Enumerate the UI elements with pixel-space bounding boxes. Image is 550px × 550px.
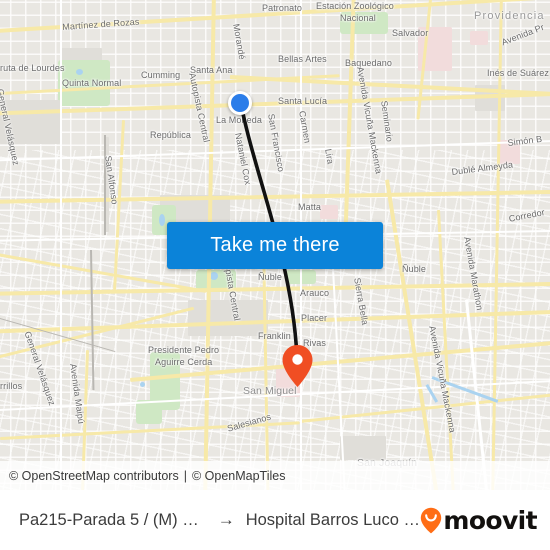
map-rail: [104, 135, 106, 235]
osm-attribution-link[interactable]: © OpenStreetMap contributors: [9, 469, 179, 483]
map-street-label: Aguirre Cerda: [155, 357, 213, 367]
map-street-label: ruta de Lourdes: [0, 63, 65, 73]
map-street-label: Nacional: [340, 13, 376, 23]
moovit-route-screen: Martínez de Rozas ruta de Lourdes Quinta N…: [0, 0, 550, 550]
map-water: [210, 272, 218, 280]
map-street-label: Cumming: [141, 70, 181, 80]
arrow-right-icon: →: [217, 510, 235, 529]
take-me-there-button[interactable]: Take me there: [167, 222, 383, 269]
map-street-label: Matta: [298, 202, 322, 212]
route-origin-label: Pa215-Parada 5 / (M) La…: [19, 510, 207, 529]
openmaptiles-attribution-link[interactable]: © OpenMapTiles: [192, 469, 286, 483]
map-street-label: Baquedano: [345, 58, 392, 68]
attribution-separator: |: [183, 468, 187, 483]
map-street-label: Patronato: [262, 3, 302, 13]
map-street-label: Arauco: [300, 288, 330, 298]
map-street-label: Franklin: [258, 331, 291, 341]
route-footer: Pa215-Parada 5 / (M) La… → Hospital Barr…: [0, 490, 550, 550]
destination-marker[interactable]: [281, 344, 314, 388]
map-landuse: [320, 205, 338, 219]
route-summary: Pa215-Parada 5 / (M) La… → Hospital Barr…: [0, 510, 420, 530]
map-street-label: Providencia: [474, 10, 545, 22]
moovit-wordmark: moovit: [443, 505, 537, 535]
map-canvas[interactable]: Martínez de Rozas ruta de Lourdes Quinta N…: [0, 0, 550, 490]
map-water: [76, 69, 83, 75]
take-me-there-label: Take me there: [210, 234, 340, 256]
map-street-label: rrillos: [0, 381, 23, 391]
map-street-label: La Moneda: [216, 115, 262, 125]
map-landuse: [470, 31, 488, 45]
map-water: [159, 214, 165, 226]
route-destination-label: Hospital Barros Luco - …: [245, 510, 421, 529]
map-street-label: Presidente Pedro: [148, 345, 220, 355]
map-street-label: Estación Zoológico: [316, 1, 394, 11]
map-water: [140, 382, 145, 387]
map-street-label: Santa Lucía: [278, 96, 328, 106]
map-street-label: Ñuble: [258, 272, 283, 282]
map-street-label: Inés de Suárez: [487, 68, 549, 78]
map-street-label: Ñuble: [402, 264, 427, 274]
map-street-label: Quinta Normal: [62, 78, 122, 88]
map-landuse: [188, 300, 268, 336]
moovit-logo[interactable]: moovit: [420, 506, 550, 535]
map-street-label: República: [150, 130, 191, 140]
map-street-label: Salvador: [392, 28, 429, 38]
moovit-pin-icon: [421, 507, 442, 533]
map-attribution: © OpenStreetMap contributors | © OpenMap…: [0, 461, 550, 490]
map-street-label: Bellas Artes: [278, 54, 327, 64]
map-road-minor: [60, 0, 62, 490]
map-street-label: Placer: [301, 313, 328, 323]
origin-marker[interactable]: [228, 91, 252, 115]
